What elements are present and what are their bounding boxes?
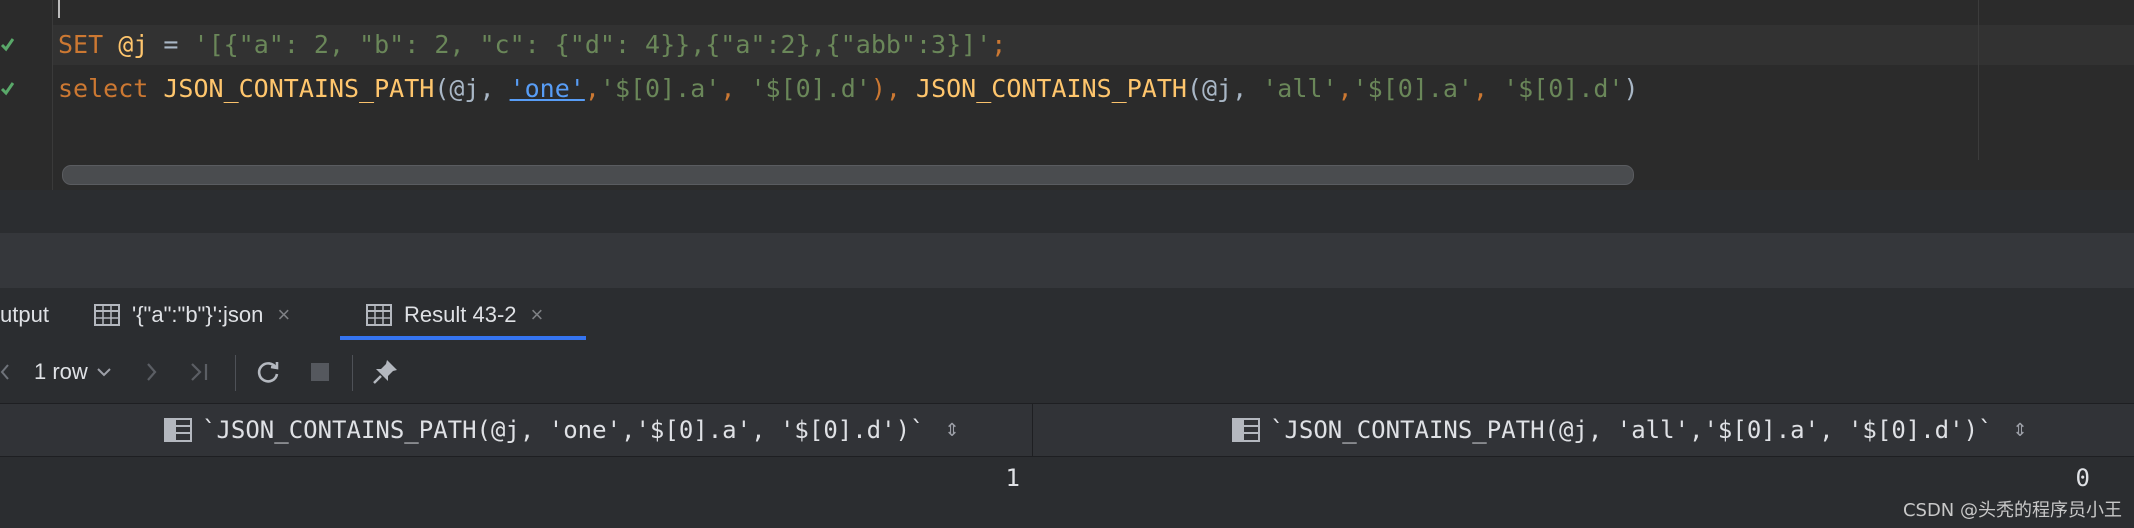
code-comma: , — [1337, 74, 1353, 103]
code-comma: , — [584, 74, 600, 103]
sort-icon[interactable]: ⇕ — [2012, 420, 2027, 441]
keyword-set: SET — [58, 30, 104, 59]
toolbar-separator — [235, 355, 236, 391]
right-margin-guide — [1978, 0, 1979, 160]
table-icon — [366, 303, 392, 326]
tab-label: '{"a":"b"}':json — [132, 301, 264, 327]
pin-button[interactable] — [370, 341, 400, 403]
sort-icon[interactable]: ⇕ — [944, 420, 959, 441]
text-caret — [58, 0, 60, 18]
string-path-a: '$[0].a' — [1352, 74, 1473, 103]
pin-icon — [373, 360, 397, 384]
code-punct: ) — [1623, 74, 1639, 103]
chevron-left-icon — [0, 364, 9, 380]
row-count-selector[interactable]: 1 row — [34, 341, 112, 403]
function-json-contains-path: JSON_CONTAINS_PATH — [163, 74, 435, 103]
code-line-1[interactable]: SET @j = '[{"a": 2, "b": 2, "c": {"d": 4… — [58, 30, 1006, 59]
column-header-label: `JSON_CONTAINS_PATH(@j, 'all','$[0].a', … — [1270, 416, 1993, 444]
tab-json-result[interactable]: '{"a":"b"}':json × — [94, 288, 290, 341]
active-tab-indicator — [340, 336, 586, 340]
executed-checkmark-icon — [0, 36, 15, 52]
executed-checkmark-icon — [0, 80, 15, 96]
tab-label: utput — [0, 301, 49, 327]
table-empty-area — [0, 499, 2134, 528]
services-panel-header — [0, 233, 2134, 288]
string-path-a: '$[0].a' — [599, 74, 721, 103]
column-icon — [164, 418, 192, 442]
chevron-down-icon — [97, 368, 111, 377]
watermark: CSDN @头秃的程序员小王 — [1902, 500, 2122, 521]
column-icon — [1232, 418, 1260, 442]
code-punct: (@j, — [434, 74, 510, 103]
result-tab-bar — [0, 288, 2134, 342]
function-json-contains-path: JSON_CONTAINS_PATH — [916, 74, 1187, 103]
code-comma: , — [720, 74, 751, 103]
string-all: 'all' — [1262, 74, 1338, 103]
tab-output[interactable]: utput — [0, 288, 49, 341]
toolbar-separator — [352, 355, 353, 391]
column-header-one[interactable]: `JSON_CONTAINS_PATH(@j, 'one','$[0].a', … — [164, 404, 960, 456]
table-icon — [94, 303, 120, 326]
last-page-icon — [191, 363, 208, 381]
close-icon[interactable]: × — [277, 302, 290, 328]
editor-bottom-gap — [0, 190, 2134, 233]
table-cell[interactable]: 0 — [1034, 457, 2090, 499]
code-line-2[interactable]: select JSON_CONTAINS_PATH(@j, 'one','$[0… — [58, 74, 1639, 103]
semicolon: ; — [991, 30, 1007, 59]
refresh-icon — [257, 362, 279, 383]
code-punct: ), — [870, 74, 917, 103]
string-path-d: '$[0].d' — [1503, 74, 1624, 103]
tab-result-43-2[interactable]: Result 43-2 × — [366, 288, 543, 341]
row-count-label: 1 row — [34, 359, 88, 384]
tab-label: Result 43-2 — [404, 301, 517, 327]
json-string-literal: '[{"a": 2, "b": 2, "c": {"d": 4}},{"a":2… — [193, 30, 992, 59]
refresh-button[interactable] — [254, 341, 282, 403]
column-header-label: `JSON_CONTAINS_PATH(@j, 'one','$[0].a', … — [202, 416, 925, 444]
close-icon[interactable]: × — [531, 302, 544, 328]
stop-button[interactable] — [309, 341, 331, 403]
horizontal-scrollbar-thumb[interactable] — [62, 165, 1634, 185]
last-page-button[interactable] — [188, 341, 212, 403]
variable-j: @j — [118, 30, 149, 59]
keyword-select: select — [58, 74, 149, 103]
string-one-link[interactable]: 'one' — [510, 74, 585, 103]
code-comma: , — [1472, 74, 1504, 103]
next-page-button[interactable] — [144, 341, 158, 403]
operator-equals: = — [163, 30, 179, 59]
string-path-d: '$[0].d' — [750, 74, 871, 103]
stop-icon — [311, 363, 329, 381]
chevron-right-icon — [147, 363, 157, 381]
table-cell[interactable]: 1 — [0, 457, 1020, 499]
prev-page-button[interactable] — [0, 341, 10, 403]
code-punct: (@j, — [1186, 74, 1263, 103]
column-header-all[interactable]: `JSON_CONTAINS_PATH(@j, 'all','$[0].a', … — [1232, 404, 2028, 456]
